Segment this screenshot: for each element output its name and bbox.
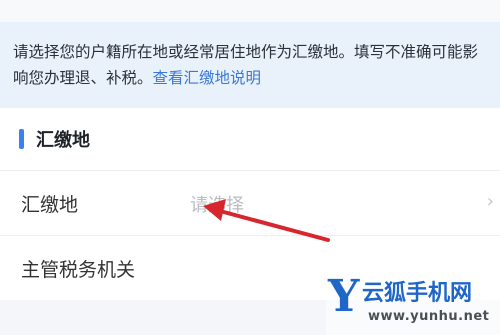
filing-location-select[interactable]: 请选择 <box>190 191 244 217</box>
filing-location-label: 汇缴地 <box>21 194 79 216</box>
watermark-url: www.yunhu.net <box>368 309 490 324</box>
chevron-right-icon: › <box>486 191 494 212</box>
filing-location-row[interactable]: 汇缴地 请选择 › <box>0 170 500 235</box>
notice-banner: 请选择您的户籍所在地或经常居住地作为汇缴地。填写不准确可能影响您办理退、补税。查… <box>0 22 500 108</box>
watermark-name: 云狐手机网 <box>362 281 473 306</box>
section-title: 汇缴地 <box>36 130 90 151</box>
top-strip <box>0 0 500 22</box>
tax-authority-label: 主管税务机关 <box>21 259 136 281</box>
section-header: 汇缴地 <box>0 108 500 170</box>
notice-link[interactable]: 查看汇缴地说明 <box>153 69 262 87</box>
section-accent-bar <box>19 129 24 149</box>
watermark: Y 云狐手机网 www.yunhu.net <box>328 271 498 331</box>
watermark-logo: Y <box>328 271 360 322</box>
